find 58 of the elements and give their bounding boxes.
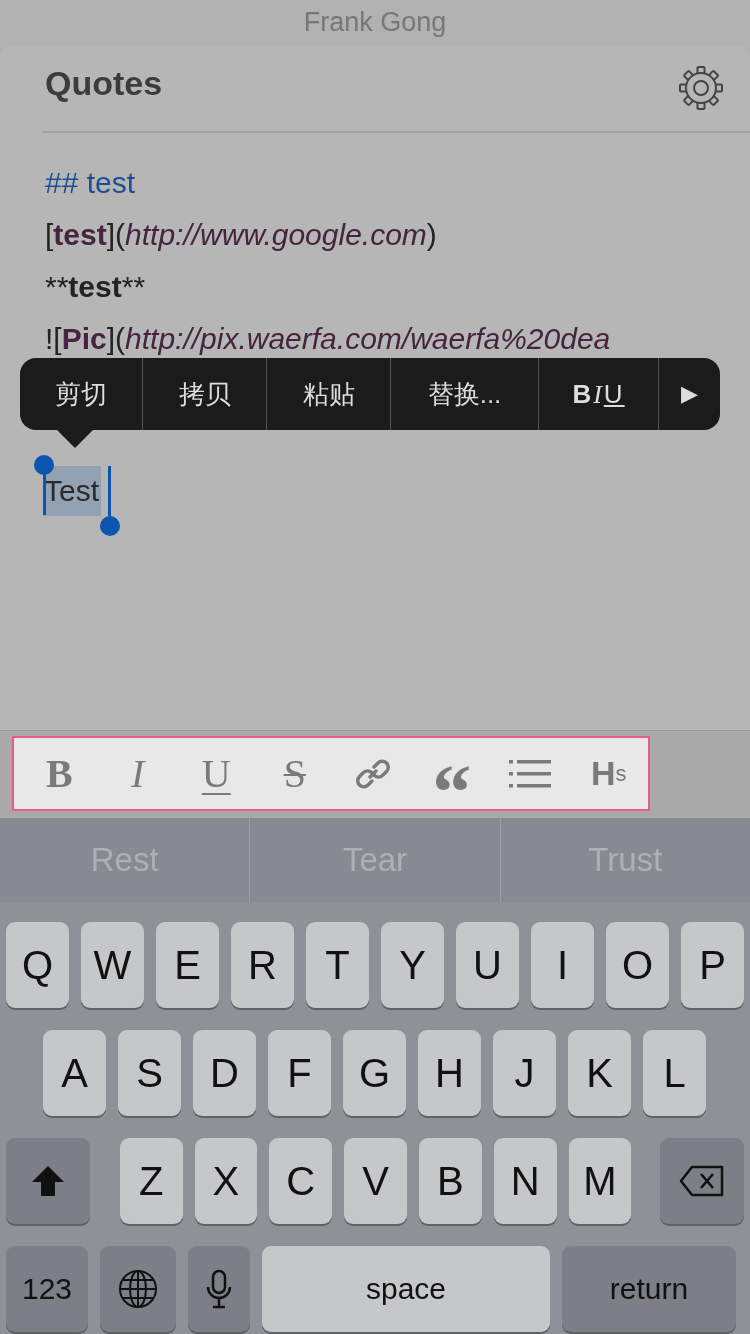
key[interactable]: E [156, 922, 219, 1008]
key[interactable]: M [568, 1138, 632, 1224]
note-title: Quotes [45, 63, 163, 103]
selection-handle[interactable] [99, 466, 121, 537]
underline-button[interactable]: U [177, 743, 256, 804]
key[interactable]: V [344, 1138, 407, 1224]
editor-line: [test](http://www.google.com) [45, 217, 438, 253]
delete-icon [679, 1165, 726, 1197]
key[interactable]: G [343, 1030, 406, 1116]
editor-line: ![Pic](http://pix.waerfa.com/waerfa%20dea [45, 321, 612, 357]
space-key[interactable]: space [262, 1246, 550, 1332]
key[interactable]: N [493, 1138, 557, 1224]
key[interactable]: Q [6, 922, 69, 1008]
globe-icon [118, 1269, 158, 1309]
editor-line: ## test [45, 165, 137, 201]
key[interactable]: P [681, 922, 744, 1008]
key[interactable]: Y [381, 922, 444, 1008]
globe-key[interactable] [100, 1246, 176, 1332]
key[interactable]: D [193, 1030, 256, 1116]
key[interactable]: F [268, 1030, 331, 1116]
key[interactable]: C [269, 1138, 333, 1224]
key[interactable]: Z [119, 1138, 183, 1224]
key[interactable]: O [606, 922, 669, 1008]
key[interactable]: S [118, 1030, 181, 1116]
key[interactable]: H [418, 1030, 481, 1116]
menu-item[interactable]: 剪切 [20, 358, 143, 430]
microphone-icon [206, 1269, 232, 1309]
more-button[interactable]: ▶ [659, 358, 720, 430]
strikethrough-button[interactable]: S [255, 743, 334, 804]
shift-icon [30, 1165, 65, 1197]
menu-item[interactable]: 粘贴 [267, 358, 391, 430]
return-key[interactable]: return [562, 1246, 736, 1332]
format-menu-item[interactable]: BIU [539, 358, 659, 430]
quote-button[interactable]: “ [412, 743, 491, 804]
key[interactable]: L [643, 1030, 706, 1116]
list-icon [509, 757, 552, 790]
key[interactable]: J [493, 1030, 556, 1116]
microphone-key[interactable] [188, 1246, 250, 1332]
key[interactable]: U [456, 922, 519, 1008]
key[interactable]: B [418, 1138, 482, 1224]
editor-line: **test** [45, 269, 147, 305]
shift-key[interactable] [6, 1138, 90, 1224]
key[interactable]: I [531, 922, 594, 1008]
key[interactable]: W [81, 922, 144, 1008]
key[interactable]: T [306, 922, 369, 1008]
delete-key[interactable] [660, 1138, 744, 1224]
italic-button[interactable]: I [98, 743, 177, 804]
status-bar-title: Frank Gong [303, 7, 447, 38]
selected-text: Test [43, 466, 102, 516]
numbers-key[interactable]: 123 [6, 1246, 88, 1332]
settings-icon[interactable] [678, 65, 724, 111]
key[interactable]: K [568, 1030, 631, 1116]
key[interactable]: R [231, 922, 294, 1008]
key[interactable]: X [194, 1138, 258, 1224]
bold-button[interactable]: B [20, 743, 99, 804]
key[interactable]: A [43, 1030, 106, 1116]
menu-item[interactable]: 替换... [391, 358, 539, 430]
menu-item[interactable]: 拷贝 [143, 358, 267, 430]
